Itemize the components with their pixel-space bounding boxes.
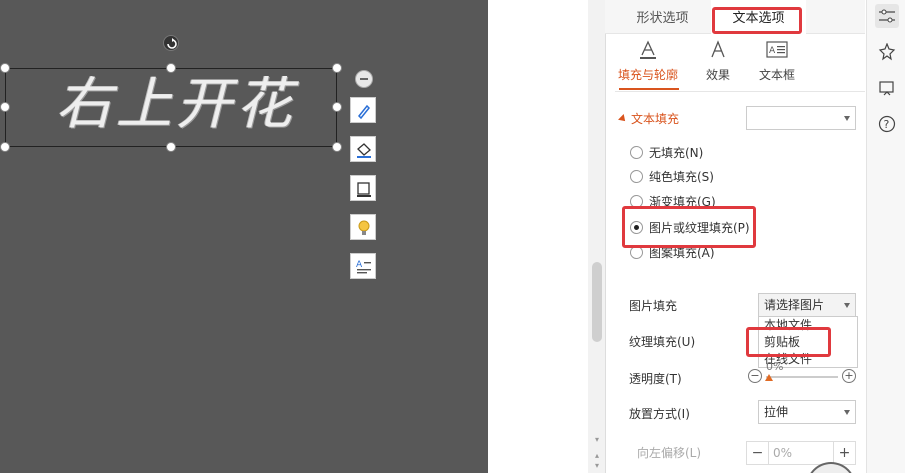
scroll-up-icon[interactable]: ▴ (592, 452, 602, 460)
resize-handle[interactable] (166, 142, 176, 152)
divider (615, 91, 865, 92)
offset-value[interactable]: 0% (773, 442, 792, 464)
subtab-fill-outline[interactable]: 填充与轮廓 (615, 38, 681, 90)
subtab-label: 效果 (705, 68, 730, 82)
resize-handle[interactable] (0, 102, 10, 112)
panel-scrollbar[interactable] (588, 0, 605, 473)
placement-value: 拉伸 (764, 405, 789, 419)
resize-handle[interactable] (166, 63, 176, 73)
subtab-textbox[interactable]: A 文本框 (752, 38, 802, 83)
radio-label: 纯色填充(S) (649, 169, 714, 184)
offset-decrease-button[interactable]: − (747, 442, 769, 464)
collapse-tools-icon[interactable] (355, 70, 373, 88)
outline-icon[interactable] (350, 175, 376, 201)
text-fill-outline-icon (615, 38, 681, 62)
opacity-label: 透明度(T) (629, 372, 682, 386)
tab-shape-options[interactable]: 形状选项 (625, 0, 700, 34)
svg-text:?: ? (884, 118, 890, 131)
section-title: 文本填充 (631, 112, 680, 126)
resize-handle[interactable] (0, 63, 10, 73)
chevron-down-icon (844, 303, 850, 308)
collapse-triangle-icon (618, 114, 628, 124)
fill-bucket-icon[interactable] (350, 136, 376, 162)
slider-knob[interactable] (765, 374, 773, 381)
style-brush-icon[interactable] (350, 97, 376, 123)
resize-handle[interactable] (332, 63, 342, 73)
subtab-label: 填充与轮廓 (617, 68, 678, 82)
highlight-tab-text-options (712, 7, 802, 34)
chevron-down-icon (844, 116, 850, 121)
radio-button[interactable] (630, 169, 643, 183)
opacity-increase-button[interactable]: + (842, 369, 856, 383)
window-switch-icon[interactable] (875, 76, 899, 100)
slider-track[interactable] (766, 376, 838, 378)
opacity-decrease-button[interactable]: − (748, 369, 762, 383)
placement-select[interactable]: 拉伸 (758, 400, 856, 424)
scrollbar-thumb[interactable] (592, 262, 602, 342)
opacity-value: 0% (766, 360, 784, 373)
svg-text:A: A (356, 260, 363, 270)
highlight-picture-texture-fill (622, 206, 756, 248)
text-effect-icon (696, 38, 740, 62)
resize-handle[interactable] (332, 102, 342, 112)
radio-button[interactable] (630, 145, 643, 159)
help-icon[interactable]: ? (875, 112, 899, 136)
picture-fill-value: 请选择图片 (764, 298, 825, 312)
section-text-fill[interactable]: 文本填充 (618, 110, 680, 127)
textbox-icon: A (752, 38, 802, 62)
fill-color-select[interactable] (746, 106, 856, 130)
picture-fill-select[interactable]: 请选择图片 (758, 293, 856, 317)
subtab-label: 文本框 (758, 68, 795, 82)
opacity-slider[interactable]: − 0% + (748, 360, 858, 386)
offset-left-label: 向左偏移(L) (637, 446, 702, 460)
wordart-text[interactable]: 右上开花 (56, 70, 296, 140)
properties-sliders-icon[interactable] (875, 4, 899, 28)
offset-increase-button[interactable]: + (833, 442, 855, 464)
resize-handle[interactable] (332, 142, 342, 152)
svg-text:A: A (769, 46, 776, 56)
scroll-down-icon[interactable]: ▾ (592, 462, 602, 470)
right-toolbar: ? (866, 0, 905, 473)
highlight-clipboard-option (746, 327, 831, 357)
scroll-down-icon[interactable]: ▾ (592, 436, 602, 444)
radio-no-fill[interactable]: 无填充(N) (630, 143, 703, 161)
lightbulb-icon[interactable] (350, 214, 376, 240)
placement-label: 放置方式(I) (629, 407, 690, 421)
picture-fill-label: 图片填充 (629, 299, 678, 313)
pin-icon[interactable] (875, 40, 899, 64)
resize-handle[interactable] (0, 142, 10, 152)
rotate-handle-icon[interactable] (163, 35, 179, 51)
texture-fill-label: 纹理填充(U) (629, 335, 696, 349)
offset-left-stepper[interactable]: − 0% + (746, 441, 856, 465)
chevron-down-icon (844, 410, 850, 415)
radio-solid-fill[interactable]: 纯色填充(S) (630, 167, 714, 185)
text-format-icon[interactable]: A (350, 253, 376, 279)
radio-label: 无填充(N) (649, 145, 704, 160)
subtab-effects[interactable]: 效果 (696, 38, 740, 83)
